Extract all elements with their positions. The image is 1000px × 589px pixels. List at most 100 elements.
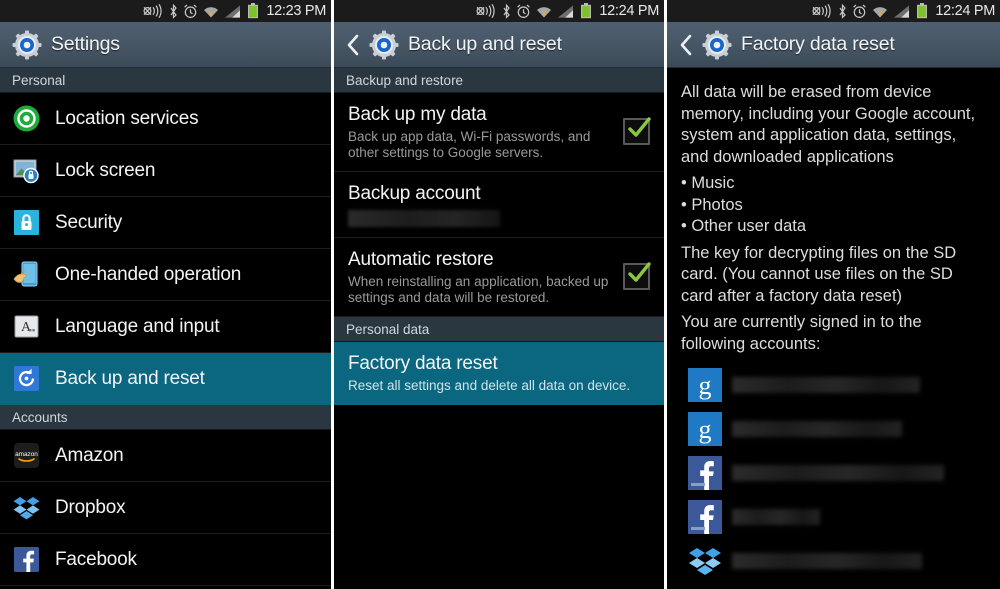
google-account-icon: g — [688, 412, 722, 446]
bluetooth-icon — [839, 3, 847, 19]
status-bar-icons — [142, 0, 259, 22]
setting-row-factory-data-reset[interactable]: Factory data reset Reset all settings an… — [334, 342, 664, 405]
sidebar-item-language-and-input[interactable]: A Language and input — [0, 301, 331, 353]
redacted-account-name — [732, 553, 922, 569]
check-icon — [628, 117, 651, 137]
sidebar-item-one-handed-operation[interactable]: One-handed operation — [0, 249, 331, 301]
amazon-icon: amazon — [14, 443, 39, 468]
backup-reset-icon — [14, 366, 39, 391]
sidebar-item-security[interactable]: Security — [0, 197, 331, 249]
settings-gear-icon — [702, 30, 732, 59]
signed-in-accounts-list: g g — [681, 363, 986, 583]
wifi-icon — [873, 6, 888, 17]
redacted-account-name — [732, 509, 820, 525]
setting-text: Back up my data Back up app data, Wi-Fi … — [348, 102, 609, 161]
setting-subtitle: When reinstalling an application, backed… — [348, 274, 609, 305]
location-services-icon — [13, 105, 40, 132]
sidebar-item-dropbox[interactable]: Dropbox — [0, 482, 331, 534]
section-label: Personal data — [346, 321, 430, 337]
reset-warning-body: All data will be erased from device memo… — [667, 68, 1000, 589]
list-item — [681, 451, 986, 495]
section-header-personal: Personal — [0, 68, 331, 93]
setting-title: Automatic restore — [348, 249, 494, 270]
nfc-sound-icon — [143, 4, 162, 18]
nfc-sound-icon — [476, 4, 495, 18]
status-bar-time: 12:23 PM — [266, 3, 326, 19]
title-bar: Factory data reset — [667, 22, 1000, 68]
sidebar-item-location-services[interactable]: Location services — [0, 93, 331, 145]
svg-text:A: A — [21, 320, 32, 335]
sidebar-item-back-up-and-reset[interactable]: Back up and reset — [0, 353, 331, 405]
sidebar-item-facebook[interactable]: Facebook — [0, 534, 331, 586]
sidebar-item-label: Language and input — [55, 315, 220, 337]
panel-factory-data-reset: 12:24 PM Factory data reset All data wil… — [667, 0, 1000, 589]
redacted-account-name — [732, 465, 944, 481]
setting-text: Backup account — [348, 181, 650, 227]
sidebar-item-label: Facebook — [55, 548, 137, 570]
signal-icon — [225, 5, 241, 18]
sidebar-item-label: Security — [55, 211, 123, 233]
status-bar-time: 12:24 PM — [935, 3, 995, 19]
setting-row-backup-account[interactable]: Backup account — [334, 172, 664, 238]
list-item — [681, 495, 986, 539]
battery-icon — [581, 3, 592, 19]
svg-text:g: g — [699, 415, 712, 444]
status-bar: 12:23 PM — [0, 0, 331, 22]
title-bar: Back up and reset — [334, 22, 664, 68]
one-handed-operation-icon — [13, 261, 38, 287]
sidebar-item-label: Location services — [55, 107, 199, 129]
checkbox-back-up-my-data[interactable] — [623, 117, 651, 145]
back-chevron-icon[interactable] — [346, 34, 360, 56]
sidebar-item-amazon[interactable]: amazon Amazon — [0, 430, 331, 482]
bluetooth-icon — [170, 3, 178, 19]
section-header-backup-and-restore: Backup and restore — [334, 68, 664, 93]
security-lock-icon — [14, 210, 39, 235]
signal-icon — [558, 5, 574, 18]
svg-text:g: g — [699, 371, 712, 400]
page-title: Factory data reset — [741, 33, 895, 55]
setting-title: Backup account — [348, 183, 481, 204]
warning-paragraph-3: You are currently signed in to the follo… — [681, 313, 922, 353]
sidebar-item-lock-screen[interactable]: Lock screen — [0, 145, 331, 197]
svg-text:amazon: amazon — [15, 451, 38, 458]
section-label: Backup and restore — [346, 72, 464, 88]
settings-gear-icon — [12, 30, 42, 59]
lock-screen-icon — [13, 159, 39, 184]
redacted-account-name — [732, 377, 920, 393]
facebook-account-icon — [688, 456, 722, 490]
nfc-sound-icon — [812, 4, 831, 18]
facebook-account-icon — [688, 500, 722, 534]
setting-text: Automatic restore When reinstalling an a… — [348, 247, 609, 306]
sidebar-item-label: One-handed operation — [55, 263, 242, 285]
status-bar: 12:24 PM — [334, 0, 664, 22]
bluetooth-icon — [503, 3, 511, 19]
alarm-icon — [517, 4, 531, 18]
sidebar-item-label: Dropbox — [55, 496, 126, 518]
alarm-icon — [184, 4, 198, 18]
section-header-accounts: Accounts — [0, 405, 331, 430]
warning-paragraph-2: The key for decrypting files on the SD c… — [681, 243, 957, 305]
page-title: Back up and reset — [408, 33, 562, 55]
list-item — [681, 539, 986, 583]
list-item: Music — [681, 173, 986, 195]
redacted-account-value — [348, 210, 500, 227]
google-account-icon: g — [688, 368, 722, 402]
facebook-icon — [14, 547, 39, 572]
redacted-account-name — [732, 421, 902, 437]
back-chevron-icon[interactable] — [679, 34, 693, 56]
setting-title: Factory data reset — [348, 353, 498, 374]
three-panel-screenshot: 12:23 PM Settings Personal Location serv… — [0, 0, 1000, 589]
status-bar-icons — [475, 0, 592, 22]
title-bar: Settings — [0, 22, 331, 68]
status-bar: 12:24 PM — [667, 0, 1000, 22]
erased-data-list: Music Photos Other user data — [681, 173, 986, 238]
list-item: Photos — [681, 195, 986, 217]
setting-row-automatic-restore[interactable]: Automatic restore When reinstalling an a… — [334, 238, 664, 317]
checkbox-automatic-restore[interactable] — [623, 262, 651, 290]
dropbox-icon — [13, 497, 40, 520]
setting-text: Factory data reset Reset all settings an… — [348, 351, 650, 394]
setting-subtitle: Back up app data, Wi-Fi passwords, and o… — [348, 129, 591, 160]
list-item: Other user data — [681, 216, 986, 238]
sidebar-item-label: Amazon — [55, 444, 124, 466]
setting-row-back-up-my-data[interactable]: Back up my data Back up app data, Wi-Fi … — [334, 93, 664, 172]
